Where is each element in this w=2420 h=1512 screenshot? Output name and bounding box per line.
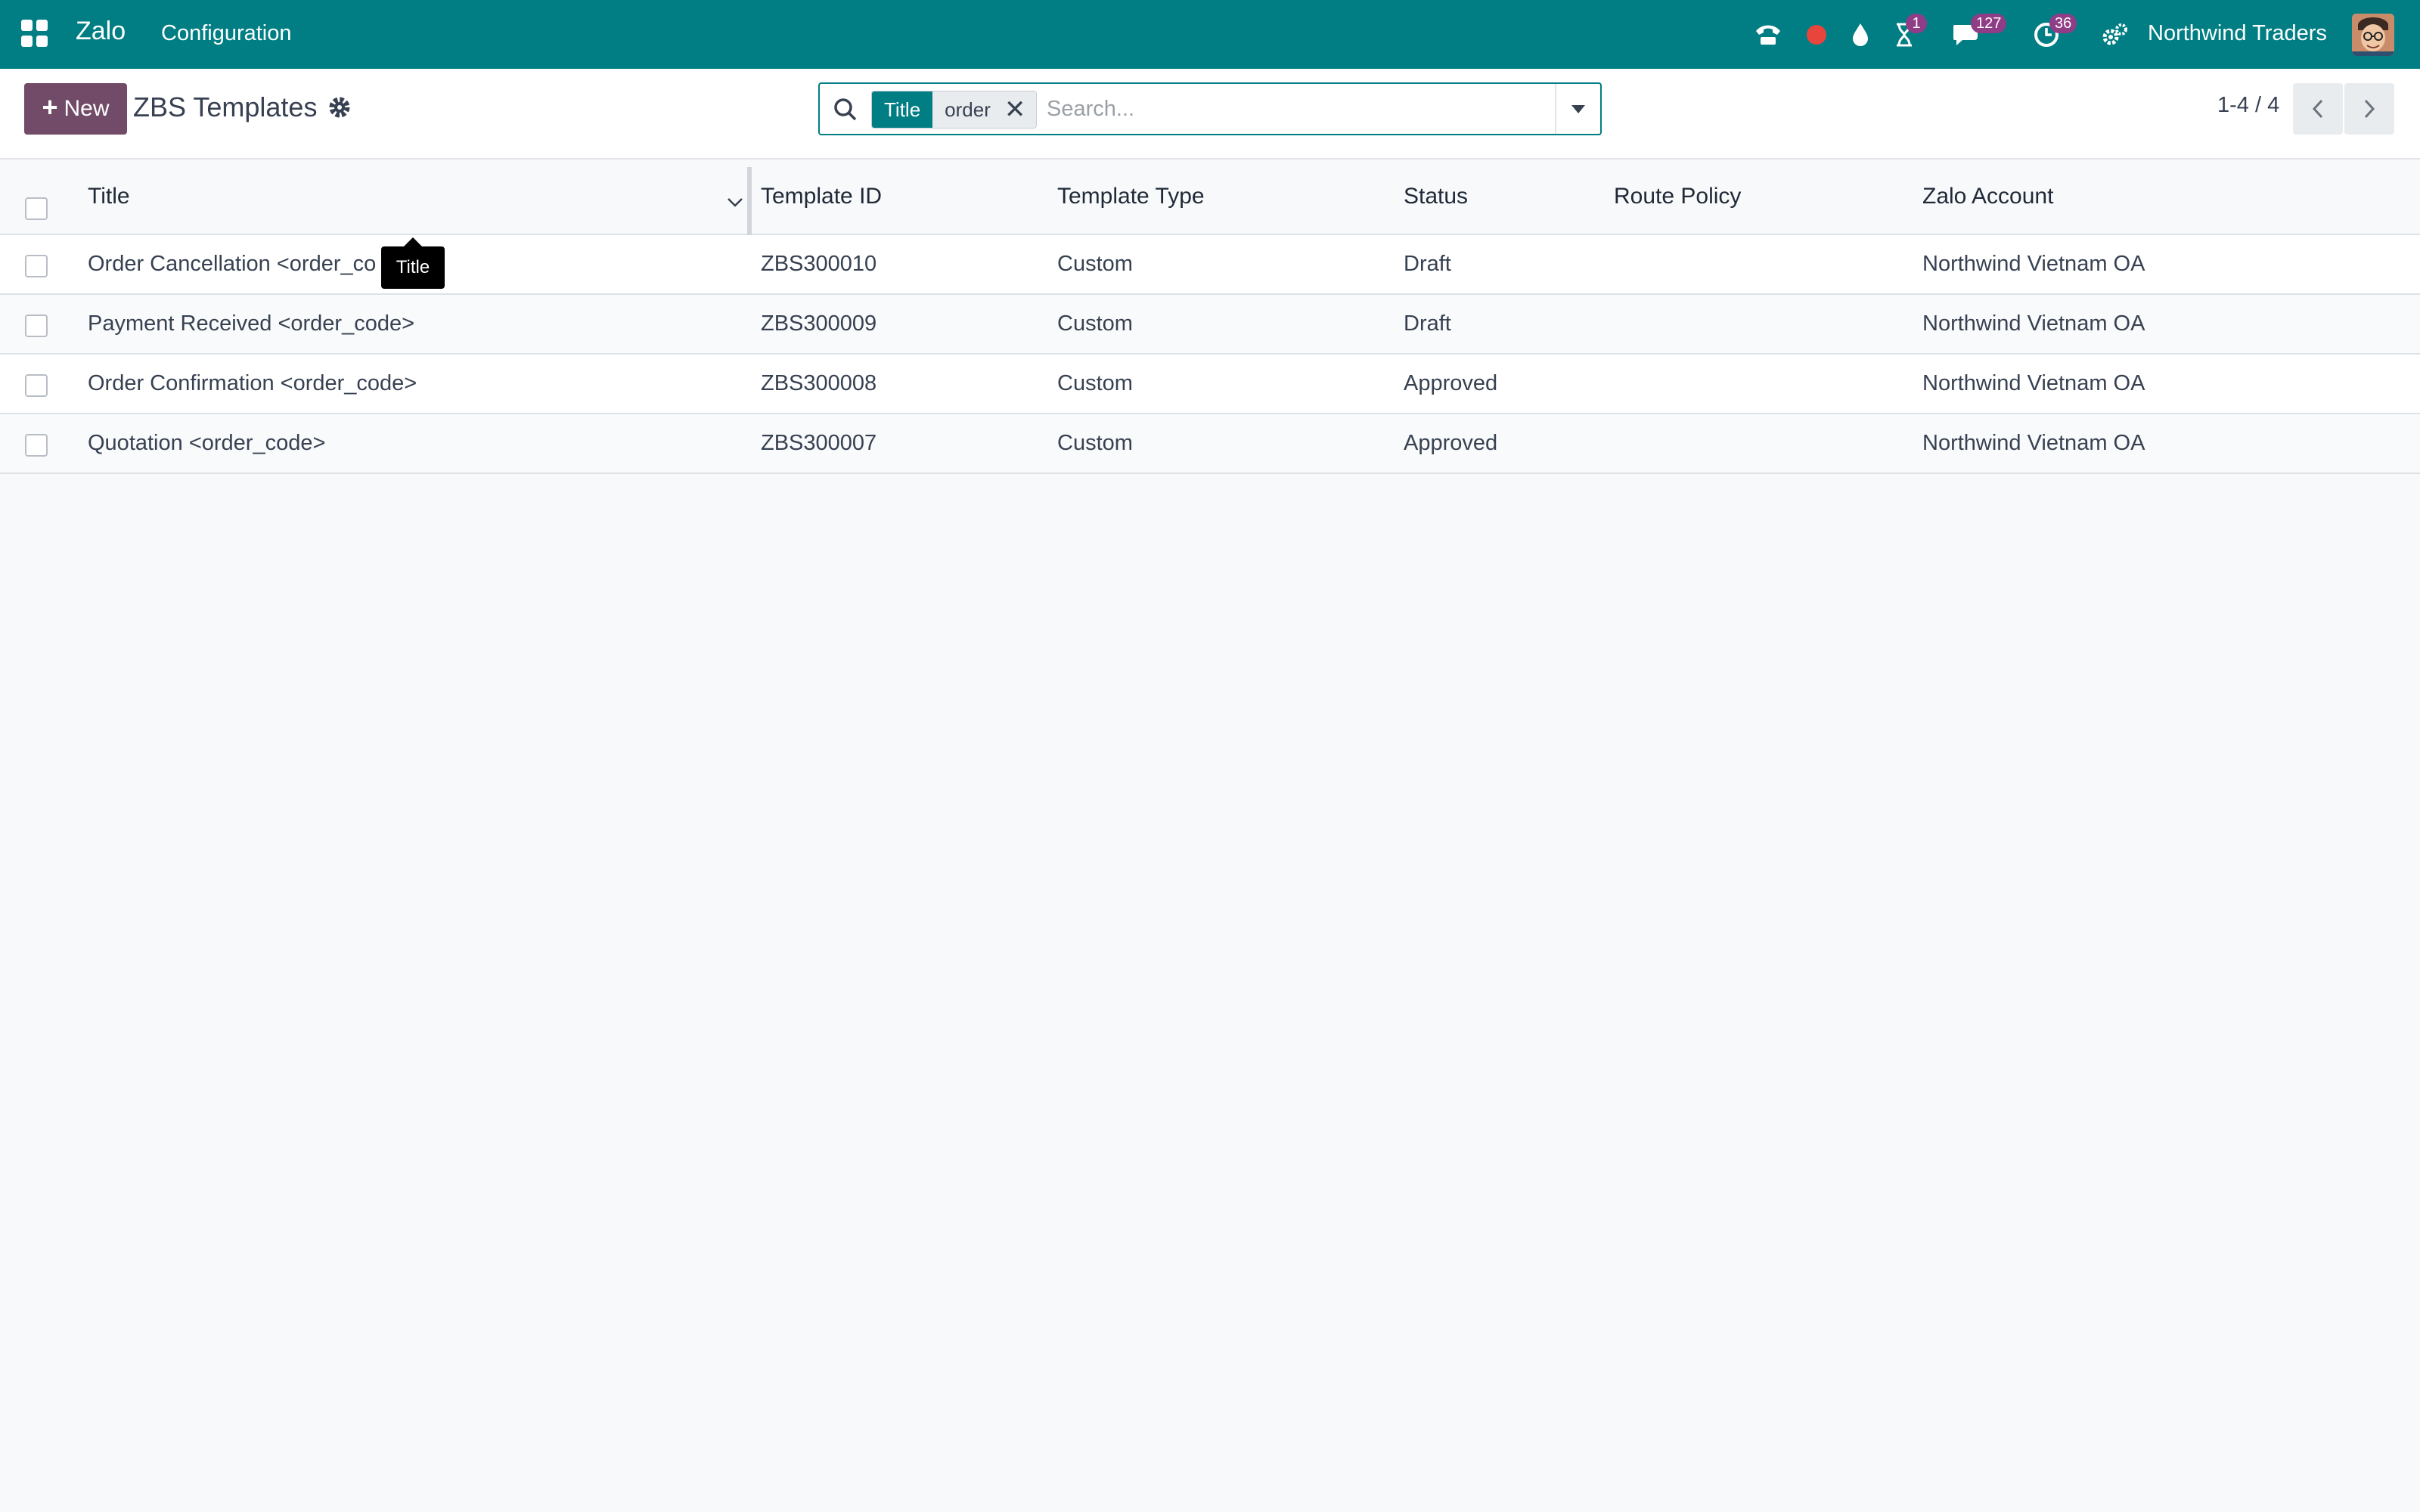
activity-badge: 1 <box>1906 14 1927 33</box>
cell-template-type[interactable]: Custom <box>1057 371 1133 396</box>
row-checkbox[interactable] <box>25 374 48 397</box>
cell-title[interactable]: Payment Received <order_code> <box>88 311 414 336</box>
column-header-zalo-account[interactable]: Zalo Account <box>1922 184 2053 209</box>
list-view: Title Template ID Template Type Status R… <box>0 161 2420 474</box>
top-navbar: Zalo Configuration 1 127 36 Northwind Tr… <box>0 0 2420 69</box>
search-icon <box>832 96 859 123</box>
chevron-right-icon <box>2364 99 2375 119</box>
cell-template-id[interactable]: ZBS300010 <box>761 252 876 277</box>
page-title: ZBS Templates <box>133 91 318 122</box>
chevron-down-icon[interactable] <box>726 193 744 211</box>
clock-badge: 36 <box>2049 14 2077 33</box>
cell-status[interactable]: Draft <box>1404 252 1451 277</box>
search-bar: Title order ✕ <box>818 82 1602 135</box>
cell-template-type[interactable]: Custom <box>1057 431 1133 456</box>
clock-icon[interactable]: 36 <box>2031 14 2077 50</box>
chat-icon[interactable]: 127 <box>1951 14 2007 50</box>
phone-icon[interactable] <box>1753 20 1783 50</box>
cell-template-id[interactable]: ZBS300009 <box>761 311 876 336</box>
column-header-title[interactable]: Title <box>88 184 130 209</box>
search-options-toggle[interactable] <box>1555 84 1600 134</box>
chevron-left-icon <box>2312 99 2323 119</box>
plus-icon: + <box>42 91 58 122</box>
cell-zalo-account[interactable]: Northwind Vietnam OA <box>1922 311 2145 336</box>
cell-status[interactable]: Approved <box>1404 431 1497 456</box>
pager-value[interactable]: 1-4 / 4 <box>2217 93 2279 118</box>
pager-previous-button[interactable] <box>2293 83 2343 135</box>
select-all-checkbox[interactable] <box>25 197 48 220</box>
cell-title[interactable]: Order Cancellation <order_co <box>88 252 376 277</box>
search-input[interactable] <box>1047 90 1576 128</box>
new-button[interactable]: + New <box>24 83 127 135</box>
cell-zalo-account[interactable]: Northwind Vietnam OA <box>1922 431 2145 456</box>
row-checkbox[interactable] <box>25 314 48 337</box>
messages-badge: 127 <box>1971 14 2007 33</box>
table-row[interactable]: Order Cancellation <order_co ZBS300010 C… <box>0 235 2420 295</box>
cell-status[interactable]: Draft <box>1404 311 1451 336</box>
gear-icon[interactable] <box>327 94 352 120</box>
cell-zalo-account[interactable]: Northwind Vietnam OA <box>1922 252 2145 277</box>
new-button-label: New <box>64 96 110 121</box>
tooltip: Title <box>381 237 445 289</box>
table-row[interactable]: Order Confirmation <order_code> ZBS30000… <box>0 355 2420 414</box>
close-icon[interactable]: ✕ <box>1004 97 1026 122</box>
record-dot-icon[interactable] <box>1801 20 1832 50</box>
caret-down-icon <box>1571 104 1585 113</box>
cell-zalo-account[interactable]: Northwind Vietnam OA <box>1922 371 2145 396</box>
pager-next-button[interactable] <box>2344 83 2394 135</box>
menu-configuration[interactable]: Configuration <box>161 21 292 46</box>
column-header-route-policy[interactable]: Route Policy <box>1614 184 1741 209</box>
cell-template-id[interactable]: ZBS300008 <box>761 371 876 396</box>
row-checkbox[interactable] <box>25 255 48 277</box>
hourglass-icon[interactable]: 1 <box>1889 14 1927 50</box>
table-row[interactable]: Quotation <order_code> ZBS300007 Custom … <box>0 414 2420 474</box>
apps-grid-icon[interactable] <box>21 20 48 47</box>
facet-value-container: order ✕ <box>932 91 1037 128</box>
settings-icon[interactable] <box>2099 20 2130 50</box>
control-panel: + New ZBS Templates Title order ✕ 1-4 / … <box>0 69 2420 160</box>
search-facet-title: Title order ✕ <box>871 91 1038 129</box>
column-header-template-id[interactable]: Template ID <box>761 184 882 209</box>
cell-title[interactable]: Quotation <order_code> <box>88 431 325 456</box>
facet-value: order <box>945 98 991 121</box>
droplet-icon[interactable] <box>1845 20 1876 50</box>
table-row[interactable]: Payment Received <order_code> ZBS300009 … <box>0 295 2420 355</box>
cell-template-type[interactable]: Custom <box>1057 311 1133 336</box>
row-checkbox[interactable] <box>25 434 48 457</box>
cell-status[interactable]: Approved <box>1404 371 1497 396</box>
table-header: Title Template ID Template Type Status R… <box>0 161 2420 235</box>
column-header-template-type[interactable]: Template Type <box>1057 184 1205 209</box>
user-avatar[interactable] <box>2352 14 2394 56</box>
cell-template-type[interactable]: Custom <box>1057 252 1133 277</box>
app-brand[interactable]: Zalo <box>76 17 126 46</box>
column-header-status[interactable]: Status <box>1404 184 1468 209</box>
column-resize-handle[interactable] <box>747 167 752 235</box>
facet-label: Title <box>872 91 933 128</box>
cell-title[interactable]: Order Confirmation <order_code> <box>88 371 417 396</box>
cell-template-id[interactable]: ZBS300007 <box>761 431 876 456</box>
company-switcher[interactable]: Northwind Traders <box>2148 21 2327 46</box>
